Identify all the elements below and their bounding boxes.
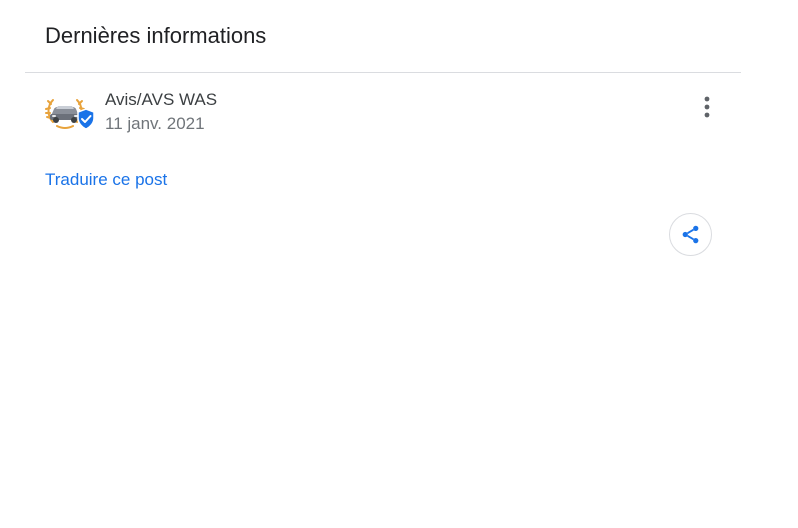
post-date: 11 janv. 2021 (105, 114, 205, 133)
post-header: Avis/AVS WAS 11 janv. 2021 (45, 88, 725, 136)
section-divider (25, 72, 741, 73)
author-name[interactable]: Avis/AVS WAS (105, 90, 217, 110)
verified-badge-icon (76, 108, 96, 130)
section-title: Dernières informations (45, 23, 267, 48)
more-options-button[interactable] (693, 92, 721, 122)
more-vert-icon (693, 92, 721, 122)
share-button[interactable] (669, 213, 712, 256)
translate-post-link[interactable]: Traduire ce post (45, 170, 167, 190)
